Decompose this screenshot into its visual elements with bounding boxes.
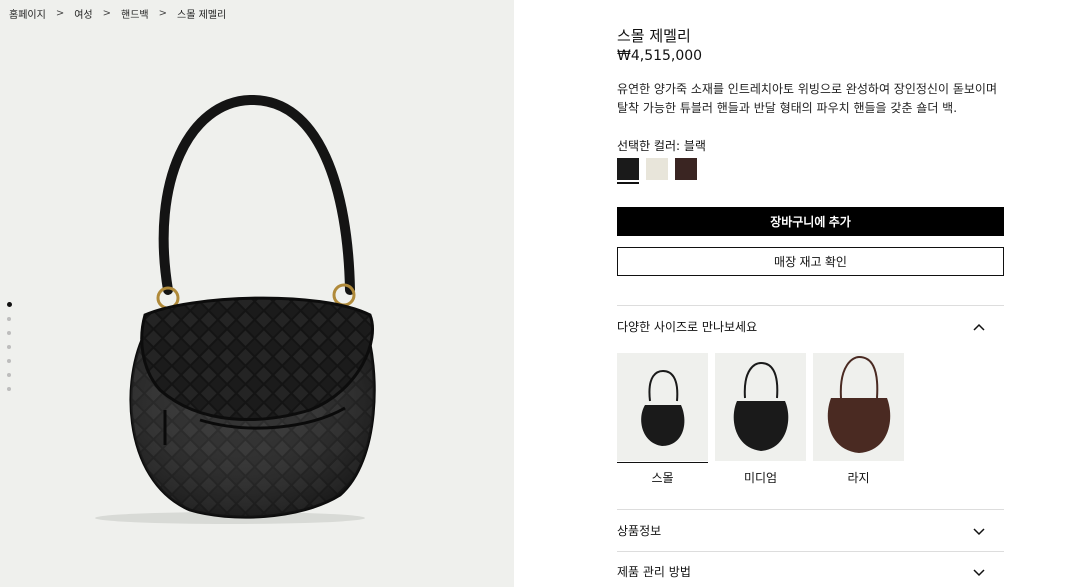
breadcrumb-separator: > — [102, 8, 111, 19]
add-to-cart-button[interactable]: 장바구니에 추가 — [617, 207, 1004, 236]
sizes-section-title: 다양한 사이즈로 만나보세요 — [617, 320, 758, 334]
product-description: 유연한 양가죽 소재를 인트레치아토 위빙으로 완성하여 장인정신이 돋보이며 … — [617, 82, 997, 115]
gallery-dot[interactable] — [7, 387, 11, 391]
product-title: 스몰 제멜리 — [617, 27, 691, 45]
bag-thumbnail-icon — [641, 369, 685, 446]
size-thumbnail — [813, 353, 904, 461]
selected-color-label: 선택한 컬러: 블랙 — [617, 139, 706, 153]
gallery-dot[interactable] — [7, 331, 11, 335]
chevron-up-icon — [973, 323, 985, 331]
breadcrumb-separator: > — [55, 8, 65, 19]
product-main-image — [95, 94, 376, 524]
bag-thumbnail-icon — [733, 361, 789, 451]
breadcrumb-separator: > — [158, 8, 167, 19]
accordion-title: 제품 관리 방법 — [617, 565, 691, 579]
care-instructions-accordion[interactable]: 제품 관리 방법 — [617, 551, 1004, 587]
gallery-dot[interactable] — [7, 359, 11, 363]
check-store-stock-button[interactable]: 매장 재고 확인 — [617, 247, 1004, 276]
chevron-down-icon — [973, 527, 985, 535]
size-label: 라지 — [847, 471, 870, 485]
breadcrumb-current: 스몰 제멜리 — [177, 10, 227, 21]
size-label: 스몰 — [651, 471, 674, 485]
sizes-accordion-header[interactable]: 다양한 사이즈로 만나보세요 — [617, 305, 1004, 347]
color-swatch-cream[interactable] — [646, 158, 668, 180]
gallery-dot[interactable] — [7, 373, 11, 377]
color-swatch-black[interactable] — [617, 158, 639, 184]
product-price: ₩4,515,000 — [617, 48, 703, 64]
product-info-accordion[interactable]: 상품정보 — [617, 509, 1004, 551]
accordion-title: 상품정보 — [617, 524, 662, 538]
bag-thumbnail-icon — [827, 355, 891, 453]
product-page: 홈페이지 > 여성 > 핸드백 > 스몰 제멜리 스몰 제멜리 ₩4,515,0… — [0, 0, 1080, 587]
gallery-dot[interactable] — [7, 345, 11, 349]
size-option-medium[interactable]: 미디엄 — [715, 353, 806, 486]
gallery-dot[interactable] — [7, 317, 11, 321]
size-option-small[interactable]: 스몰 — [617, 353, 708, 486]
size-options: 스몰 미디엄 라지 — [617, 353, 904, 486]
gallery-pagination — [6, 302, 12, 391]
size-thumbnail — [617, 353, 708, 463]
size-thumbnail — [715, 353, 806, 461]
breadcrumb-home[interactable]: 홈페이지 — [9, 6, 46, 21]
color-swatch-dark-brown[interactable] — [675, 158, 697, 180]
breadcrumb-women[interactable]: 여성 — [74, 6, 92, 21]
gallery-dot[interactable] — [6, 302, 12, 307]
chevron-down-icon — [973, 568, 985, 576]
breadcrumb: 홈페이지 > 여성 > 핸드백 > 스몰 제멜리 — [9, 6, 226, 21]
color-swatches — [617, 158, 697, 184]
size-label: 미디엄 — [743, 471, 778, 485]
breadcrumb-handbags[interactable]: 핸드백 — [121, 6, 149, 21]
product-gallery: 홈페이지 > 여성 > 핸드백 > 스몰 제멜리 — [0, 0, 514, 587]
size-option-large[interactable]: 라지 — [813, 353, 904, 486]
